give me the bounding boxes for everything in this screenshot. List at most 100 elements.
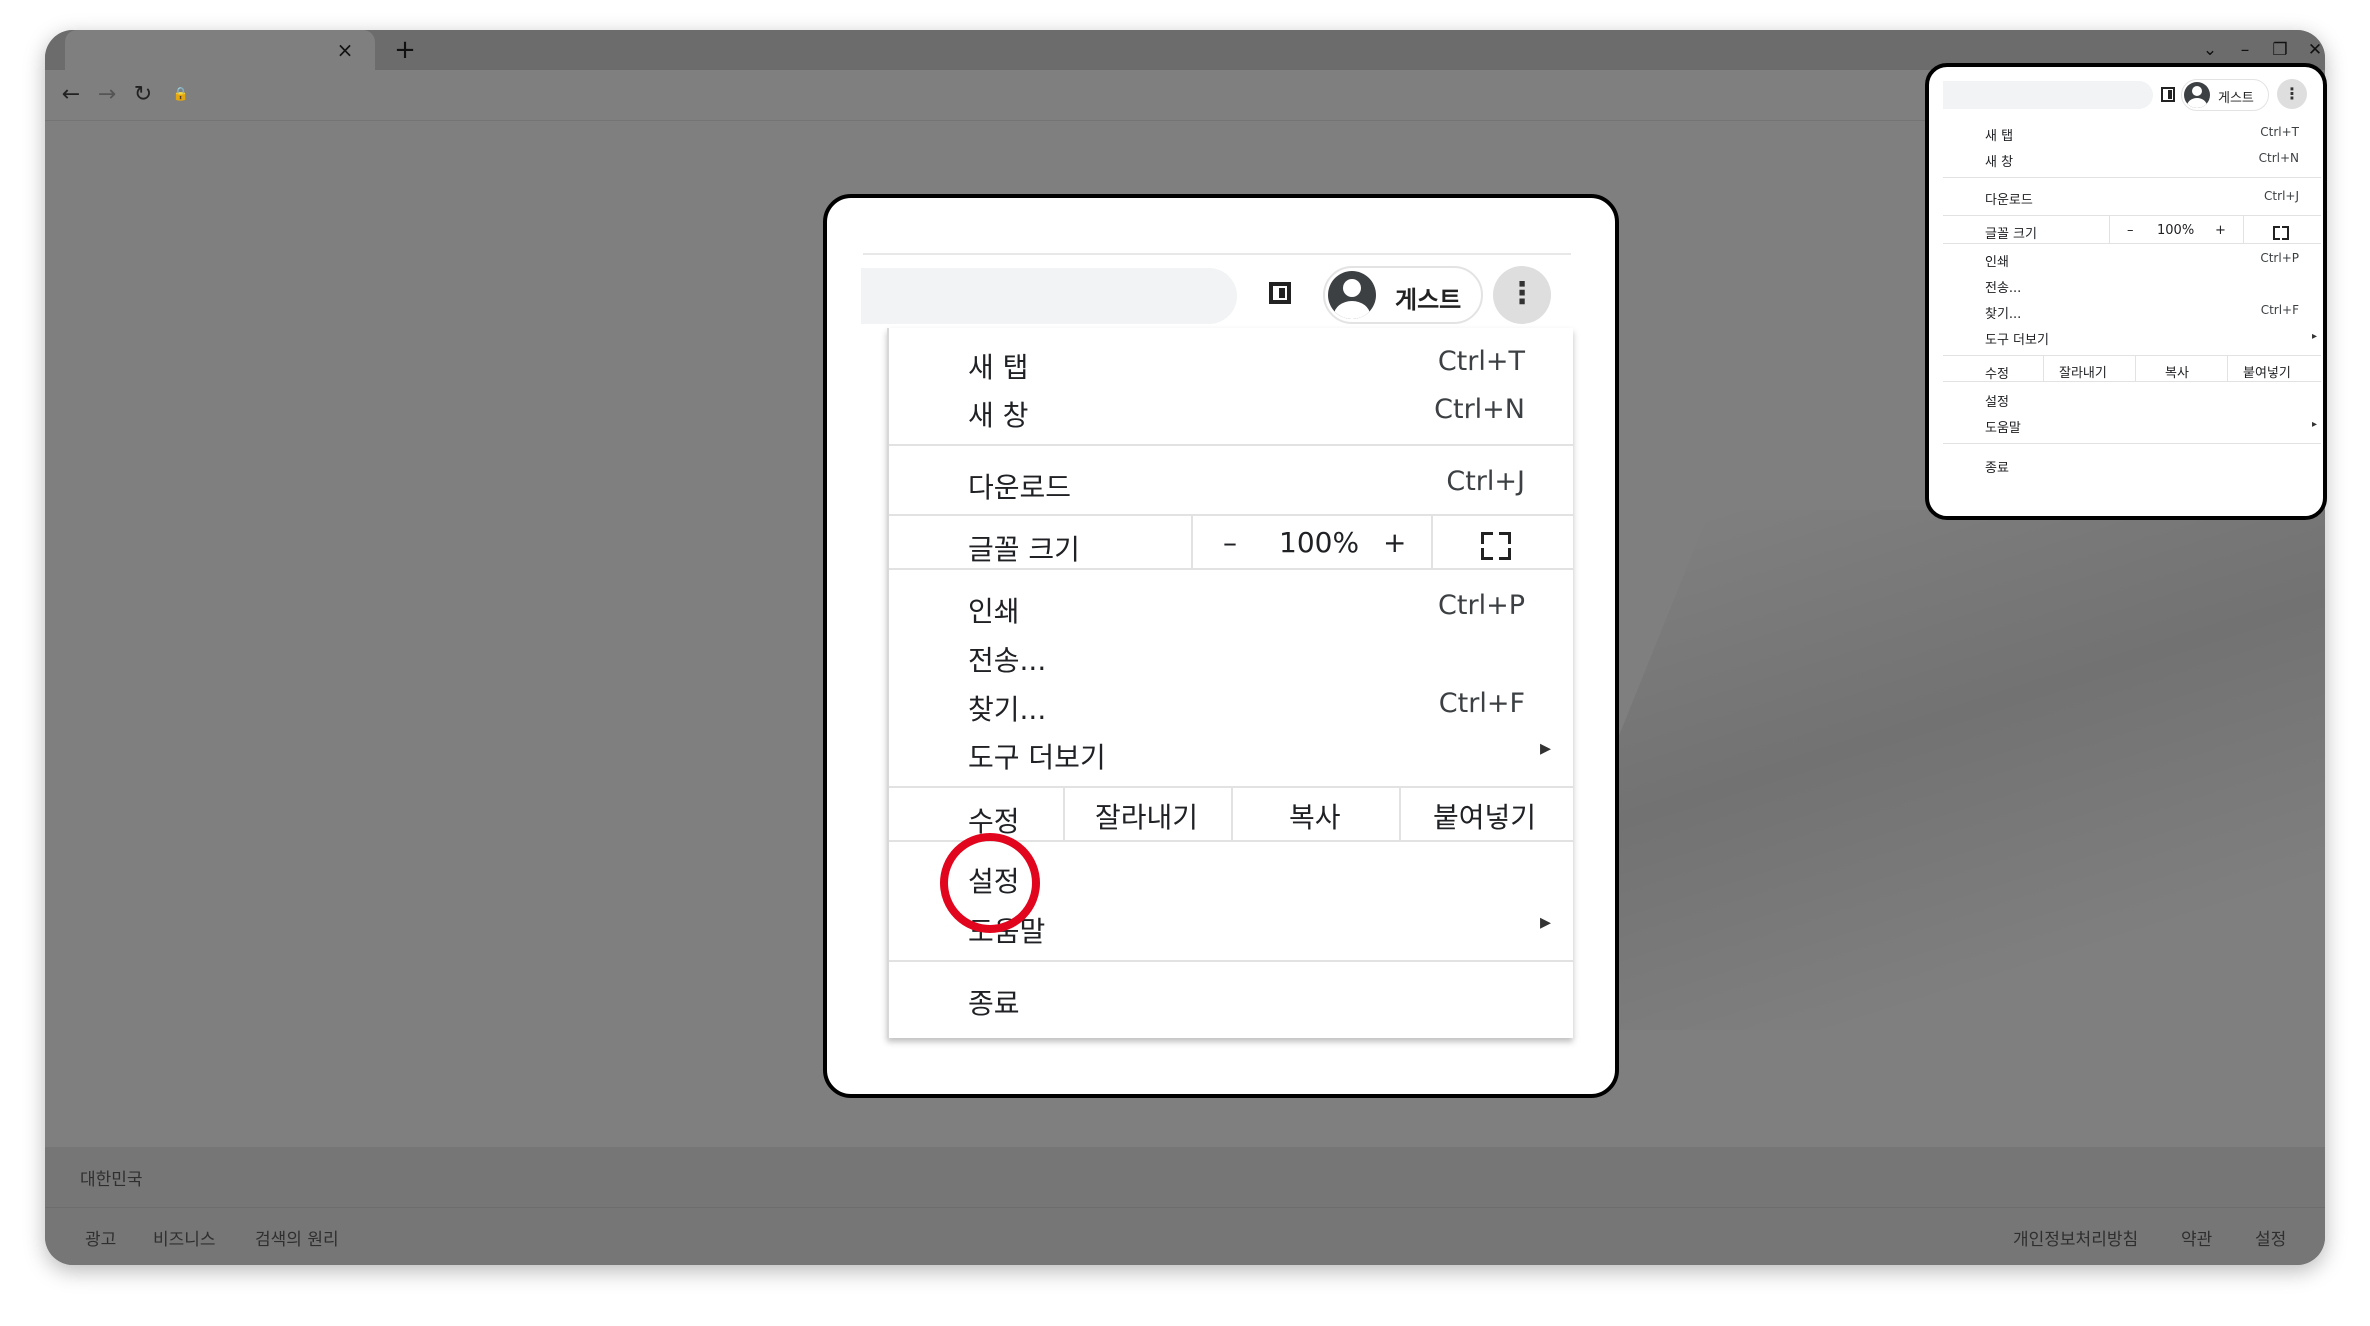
profile-label: 게스트 [2218,91,2254,106]
cut-button[interactable]: 잘라내기 [1095,796,1198,836]
zoom-level: 100% [2157,223,2195,238]
copy-button[interactable]: 복사 [2165,362,2189,381]
active-tab[interactable]: × [65,30,375,70]
avatar-icon [1328,271,1376,319]
menu-separator [1943,443,2321,444]
address-bar[interactable] [861,268,1237,324]
menu-separator [889,960,1573,962]
menu-shortcut: Ctrl+F [2260,303,2299,317]
zoom-in-button[interactable]: + [2215,223,2226,238]
menu-shortcut: Ctrl+J [1446,466,1525,497]
menu-separator [1943,215,2321,216]
profile-button[interactable]: 게스트 [2181,79,2269,111]
side-panel-icon[interactable] [2161,87,2175,102]
reload-icon[interactable]: ↻ [125,70,161,120]
avatar-icon [2184,82,2210,108]
submenu-arrow-icon: ▸ [1539,910,1551,935]
menu-item-new-window[interactable]: 새 창 Ctrl+N [889,388,1573,434]
zoom-in-button[interactable]: + [1383,526,1406,559]
menu-label: 다운로드 [968,471,1072,504]
menu-label: 찾기... [968,693,1047,726]
edit-divider [1063,788,1065,840]
menu-label: 수정 [1985,367,2009,382]
menu-label[interactable]: 다운로드 [1985,189,2033,208]
address-bar[interactable] [1943,81,2153,109]
menu-label: 글꼴 크기 [1985,227,2037,242]
edit-divider [2227,355,2228,381]
zoom-out-button[interactable]: – [1223,526,1237,559]
zoom-divider [1431,516,1433,568]
new-tab-icon[interactable]: + [385,30,425,70]
edit-divider [2043,355,2044,381]
menu-item-find[interactable]: 찾기... Ctrl+F [889,682,1573,728]
menu-shortcut: Ctrl+F [1438,688,1525,719]
copy-button[interactable]: 복사 [1289,796,1341,836]
menu-label[interactable]: 새 탭 [1985,125,2013,144]
toolbar-divider [863,253,1571,255]
menu-label[interactable]: 전송... [1985,277,2021,296]
menu-separator [889,514,1573,516]
menu-shortcut: Ctrl+P [2260,251,2299,265]
zoom-callout: 게스트 ⋮ 새 탭 Ctrl+T 새 창 Ctrl+N 다운로드 Ctrl+J … [823,194,1619,1098]
submenu-arrow-icon: ▸ [2311,331,2317,342]
edit-divider [1399,788,1401,840]
settings-highlight-circle [940,833,1040,933]
menu-item-downloads[interactable]: 다운로드 Ctrl+J [889,460,1573,506]
chrome-menu-mini: 새 탭 Ctrl+T 새 창 Ctrl+N 다운로드 Ctrl+J 글꼴 크기 … [1943,113,2321,516]
menu-separator [1943,243,2321,244]
back-icon[interactable]: ← [53,70,89,120]
menu-separator [1943,177,2321,178]
menu-label: 새 창 [968,399,1029,432]
menu-label[interactable]: 새 창 [1985,151,2013,170]
lock-icon: 🔒 [172,87,190,102]
paste-button[interactable]: 붙여넣기 [1433,796,1536,836]
submenu-arrow-icon: ▸ [1539,736,1551,761]
menu-label[interactable]: 설정 [1985,391,2009,410]
menu-item-exit[interactable]: 종료 [889,976,1573,1022]
menu-label[interactable]: 도구 더보기 [1985,329,2049,348]
menu-shortcut: Ctrl+T [2260,125,2299,139]
forward-icon[interactable]: → [89,70,125,120]
zoom-divider [2243,215,2244,243]
footer-link-ads[interactable]: 광고 [85,1225,116,1250]
zoom-divider [1191,516,1193,568]
menu-separator [1943,355,2321,356]
tab-close-icon[interactable]: × [325,30,365,70]
cut-button[interactable]: 잘라내기 [2059,362,2107,381]
zoom-divider [2109,215,2110,243]
mini-menu-callout: 게스트 ⋮ 새 탭 Ctrl+T 새 창 Ctrl+N 다운로드 Ctrl+J … [1925,63,2327,520]
footer-link-settings[interactable]: 설정 [2255,1225,2286,1250]
menu-label: 글꼴 크기 [968,533,1080,566]
menu-label[interactable]: 찾기... [1985,303,2021,322]
side-panel-icon[interactable] [1269,282,1291,304]
paste-button[interactable]: 붙여넣기 [2243,362,2291,381]
footer-link-how-search-works[interactable]: 검색의 원리 [255,1225,339,1250]
menu-shortcut: Ctrl+P [1438,590,1525,621]
menu-label[interactable]: 인쇄 [1985,251,2009,270]
fullscreen-icon[interactable] [1481,532,1511,560]
footer-country: 대한민국 [80,1170,143,1190]
menu-label: 도구 더보기 [968,741,1106,774]
menu-separator [889,444,1573,446]
profile-button[interactable]: 게스트 [1323,266,1483,324]
menu-item-print[interactable]: 인쇄 Ctrl+P [889,584,1573,630]
footer-links-bar: 광고 비즈니스 검색의 원리 개인정보처리방침 약관 설정 [45,1208,2325,1265]
footer-link-business[interactable]: 비즈니스 [153,1225,216,1250]
zoom-out-button[interactable]: – [2127,223,2134,238]
footer-link-privacy[interactable]: 개인정보처리방침 [2013,1225,2138,1250]
more-menu-icon[interactable]: ⋮ [2277,79,2307,109]
menu-item-more-tools[interactable]: 도구 더보기 ▸ [889,730,1573,776]
footer-country-bar: 대한민국 [45,1147,2325,1208]
menu-label[interactable]: 도움말 [1985,417,2021,436]
footer-link-terms[interactable]: 약관 [2181,1225,2212,1250]
fullscreen-icon[interactable] [2273,226,2289,240]
more-menu-icon[interactable]: ⋮ [1493,266,1551,324]
menu-separator [889,568,1573,570]
submenu-arrow-icon: ▸ [2311,419,2317,430]
profile-label: 게스트 [1395,286,1462,314]
menu-item-cast[interactable]: 전송... [889,633,1573,679]
menu-label[interactable]: 종료 [1985,457,2009,476]
menu-shortcut: Ctrl+J [2264,189,2299,203]
menu-separator [1943,381,2321,382]
menu-item-new-tab[interactable]: 새 탭 Ctrl+T [889,340,1573,386]
